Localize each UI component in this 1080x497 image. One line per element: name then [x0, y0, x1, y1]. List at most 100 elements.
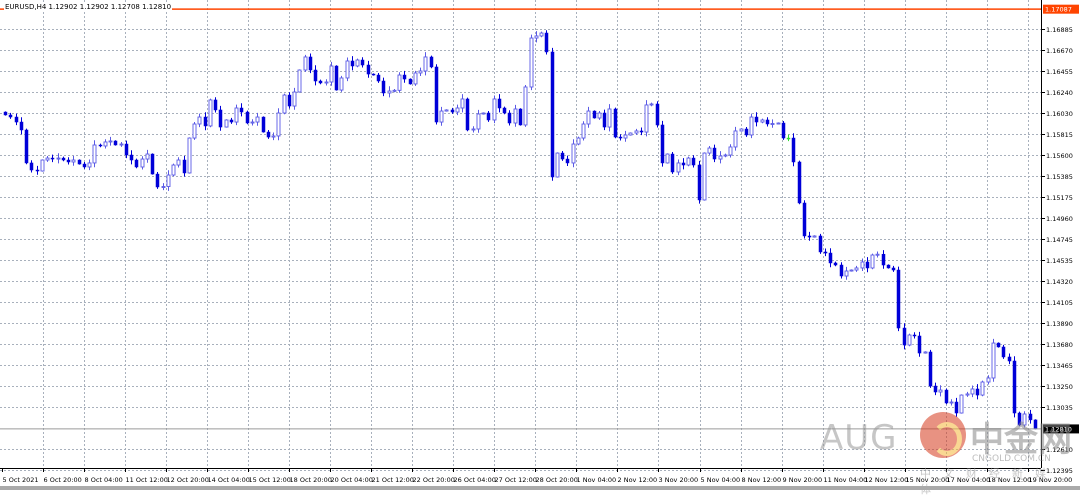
candle [944, 388, 949, 405]
price-chart[interactable]: 1.16885 1.16670 1.16455 1.16240 1.16030 1.158… [0, 0, 1080, 490]
candle [497, 94, 502, 113]
candle [1007, 353, 1012, 365]
y-tick-label: 1.15385 [1046, 173, 1073, 181]
candle [56, 153, 61, 164]
candle [681, 158, 686, 170]
candle-body-bear [802, 202, 807, 237]
x-tick-label: 28 Oct 20:00 [536, 476, 578, 484]
candle [697, 160, 702, 204]
y-tick-label: 1.13680 [1046, 341, 1073, 349]
y-tick-label: 1.16885 [1046, 26, 1073, 34]
candle [171, 163, 176, 177]
candle [781, 120, 786, 140]
candle [292, 87, 297, 110]
candle-body-bear [781, 122, 786, 139]
candle [224, 119, 229, 128]
candle-body-bear [360, 59, 365, 66]
candle [103, 139, 108, 149]
candle-body-bull [250, 121, 255, 124]
x-tick-label: 8 Oct 04:00 [85, 476, 123, 484]
candle-body-bear [129, 154, 134, 161]
candle-body-bull [418, 70, 423, 74]
candle-body-bull [71, 159, 76, 163]
candle-body-bear [66, 159, 71, 163]
candle-body-bull [303, 56, 308, 71]
candle [507, 110, 512, 126]
x-tick-label: 18 Nov 12:00 [988, 476, 1032, 484]
horizontal-scrollbar[interactable] [0, 486, 1080, 490]
candle-body-bear [381, 80, 386, 94]
candle [234, 104, 239, 126]
candle [460, 94, 465, 113]
candle-body-bull [387, 90, 392, 94]
candle-body-bull [56, 157, 61, 160]
x-tick-label: 26 Oct 04:00 [454, 476, 496, 484]
candle-body-bear [639, 130, 644, 133]
candle-body-bull [776, 122, 781, 125]
candle-body-bear [35, 169, 40, 172]
candle [218, 105, 223, 131]
candle [150, 153, 155, 175]
candle [949, 399, 954, 406]
candle-body-bull [980, 381, 985, 396]
candle-body-bear [902, 327, 907, 346]
candle-body-bull [854, 267, 859, 271]
candle-body-bear [592, 110, 597, 119]
candle [40, 159, 45, 172]
candle-body-bull [187, 137, 192, 174]
candle [213, 97, 218, 113]
candle [754, 112, 759, 127]
candle-body-bear [402, 74, 407, 80]
candle [602, 109, 607, 131]
candle-body-bear [896, 269, 901, 329]
candle [308, 53, 313, 74]
y-tick-label: 1.15600 [1046, 152, 1073, 160]
candle-body-bull [460, 98, 465, 109]
candle-body-bull [623, 134, 628, 139]
x-tick-label: 3 Nov 20:00 [659, 476, 699, 484]
candle [618, 134, 623, 141]
candle [802, 200, 807, 239]
x-tick-label: 21 Oct 12:00 [372, 476, 414, 484]
candle-body-bull [607, 108, 612, 128]
candle-body-bear [886, 264, 891, 269]
candle-body-bull [571, 143, 576, 164]
candle-body-bear [544, 32, 549, 53]
candle [923, 351, 928, 354]
x-tick-label: 11 Oct 12:00 [126, 476, 168, 484]
candle-body-bull [208, 99, 213, 127]
candle-body-bear [560, 152, 565, 160]
candle [623, 130, 628, 142]
candle [24, 128, 29, 165]
candle-body-bear [82, 163, 87, 168]
candle-body-bear [318, 80, 323, 84]
candle [823, 248, 828, 257]
x-tick-label: 8 Nov 12:00 [742, 476, 782, 484]
candle-body-bull [145, 153, 150, 160]
candle-body-bear [697, 164, 702, 201]
candle [492, 95, 497, 124]
candle-body-bear [865, 261, 870, 269]
candle-body-bear [14, 116, 19, 123]
y-tick-label: 1.16455 [1046, 68, 1073, 76]
candle-body-bear [366, 64, 371, 75]
candle [849, 269, 854, 272]
candle [550, 47, 555, 181]
candle-body-bear [1033, 419, 1038, 430]
candle [586, 106, 591, 128]
x-tick-label: 11 Nov 04:00 [824, 476, 868, 484]
candle-body-bear [791, 137, 796, 163]
candle [744, 126, 749, 137]
candle [529, 34, 534, 91]
y-tick-label: 1.14960 [1046, 215, 1073, 223]
candle [907, 333, 912, 347]
candle-body-bull [581, 123, 586, 139]
candle-body-bull [297, 69, 302, 93]
candle-body-bear [797, 161, 802, 204]
candle [360, 57, 365, 68]
candle-body-bull [471, 128, 476, 131]
candle [14, 113, 19, 126]
candle [917, 331, 922, 357]
x-tick-label: 27 Oct 12:00 [495, 476, 537, 484]
candle-body-bull [119, 143, 124, 146]
